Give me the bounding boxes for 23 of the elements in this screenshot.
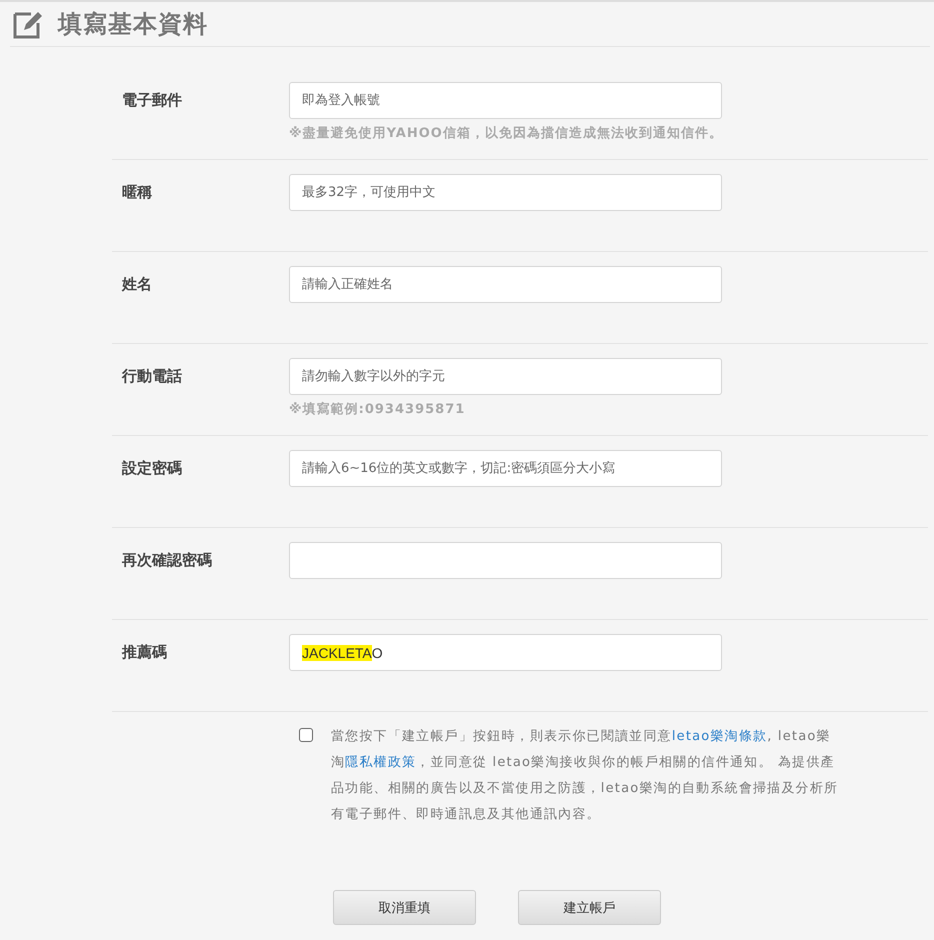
field-hint: ※填寫範例:0934395871 <box>289 400 466 418</box>
input-field[interactable]: 最多32字，可使用中文 <box>289 174 722 211</box>
input-field[interactable] <box>289 542 722 579</box>
checkbox[interactable] <box>299 728 313 742</box>
field-label: 姓名 <box>120 274 153 295</box>
field-label: 電子郵件 <box>121 90 183 111</box>
terms-text: 當您按下「建立帳戶」按鈕時，則表示你已閱讀並同意 letao樂淘條款, letao樂淘隱私權政策，並同意從 letao樂淘接收與你的帳戶相關的信件通知。 為提供產品功能、相關的廣告以及不當使用之防護，letao樂淘的自動系統會掃描及分析所有電子郵件、即時通訊息及其他通訊內容。 <box>331 728 839 824</box>
page-title: 填寫基本資料 <box>58 9 208 40</box>
input-field[interactable]: 即為登入帳號 <box>289 82 722 119</box>
input-field[interactable]: JACKLETAO <box>289 634 722 671</box>
field-label: 暱稱 <box>121 182 153 203</box>
input-field[interactable]: 請勿輸入數字以外的字元 <box>289 358 722 395</box>
field-hint: ※盡量避免使用YAHOO信箱，以免因為擋信造成無法收到通知信件。 <box>289 124 723 142</box>
input-field[interactable]: 請輸入正確姓名 <box>289 266 722 303</box>
field-label: 再次確認密碼 <box>121 550 213 571</box>
field-label: 行動電話 <box>120 366 183 387</box>
input-field[interactable]: 請輸入6~16位的英文或數字，切記:密碼須區分大小寫 <box>289 450 722 487</box>
field-label: 推薦碼 <box>120 642 168 663</box>
terms-link[interactable]: 隱私權政策 <box>345 755 416 770</box>
form-button[interactable]: 取消重填 <box>333 890 476 925</box>
terms-link[interactable]: letao樂淘條款 <box>672 729 768 744</box>
form-button[interactable]: 建立帳戶 <box>518 890 661 925</box>
field-label: 設定密碼 <box>120 458 183 479</box>
